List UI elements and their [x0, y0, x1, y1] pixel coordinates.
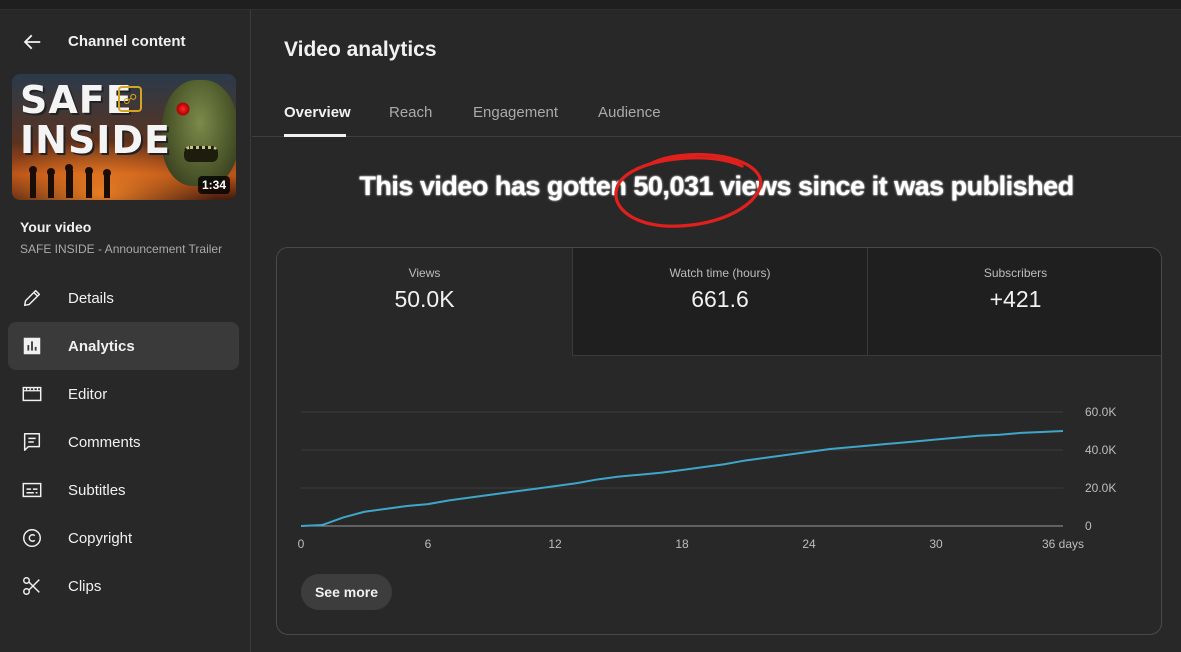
sidebar-item-clips[interactable]: Clips — [8, 562, 239, 610]
sidebar-item-label: Editor — [68, 385, 108, 403]
sidebar-item-label: Comments — [68, 433, 141, 451]
metric-value: 50.0K — [394, 286, 455, 312]
main-content: Video analytics Overview Reach Engagemen… — [252, 10, 1181, 652]
your-video-label: Your video — [20, 219, 92, 235]
lock-icon: ☍ — [118, 86, 142, 112]
subtitles-icon — [20, 478, 44, 502]
back-arrow-icon[interactable] — [18, 28, 46, 56]
sidebar-item-label: Details — [68, 289, 114, 307]
sidebar-item-label: Subtitles — [68, 481, 126, 499]
scissors-icon — [20, 574, 44, 598]
video-name: SAFE INSIDE - Announcement Trailer — [20, 242, 223, 256]
page-title: Video analytics — [284, 38, 437, 61]
sidebar-nav: Details Analytics Editor Comments Subtit… — [8, 274, 239, 610]
metric-value: +421 — [989, 286, 1042, 312]
metric-views[interactable]: Views 50.0K — [277, 248, 572, 356]
metric-label: Subscribers — [983, 266, 1048, 280]
y-tick-label: 40.0K — [1085, 443, 1116, 457]
y-tick-label: 60.0K — [1085, 405, 1116, 419]
sidebar-item-comments[interactable]: Comments — [8, 418, 239, 466]
sidebar-item-analytics[interactable]: Analytics — [8, 322, 239, 370]
sidebar-item-editor[interactable]: Editor — [8, 370, 239, 418]
y-tick-label: 0 — [1085, 519, 1092, 533]
tab-audience[interactable]: Audience — [598, 104, 661, 121]
x-tick-label: 30 — [929, 537, 943, 551]
tab-bar: Overview Reach Engagement Audience — [252, 92, 1181, 137]
video-duration-badge: 1:34 — [197, 176, 230, 194]
x-tick-label: 12 — [548, 537, 562, 551]
copyright-icon — [20, 526, 44, 550]
comment-icon — [20, 430, 44, 454]
x-tick-label: 0 — [298, 537, 305, 551]
metric-watch-time[interactable]: Watch time (hours) 661.6 — [572, 248, 867, 356]
metric-value: 661.6 — [691, 286, 749, 312]
zombie-eye — [176, 102, 190, 116]
metric-label: Watch time (hours) — [669, 266, 771, 280]
sidebar-title: Channel content — [68, 33, 186, 50]
active-tab-indicator — [284, 134, 346, 137]
sidebar-item-label: Clips — [68, 577, 102, 595]
tab-overview[interactable]: Overview — [284, 104, 351, 121]
metric-label: Views — [408, 266, 441, 280]
sidebar-item-label: Copyright — [68, 529, 133, 547]
views-headline: This video has gotten 50,031 views since… — [359, 171, 1074, 201]
x-tick-label: 24 — [802, 537, 816, 551]
sidebar-item-label: Analytics — [68, 337, 135, 355]
video-thumbnail[interactable]: SAFE INSIDE ☍ 1:34 — [12, 74, 236, 200]
film-icon — [20, 382, 44, 406]
see-more-button[interactable]: See more — [301, 574, 392, 610]
tab-reach[interactable]: Reach — [389, 104, 432, 121]
x-tick-label: 36 days — [1042, 537, 1084, 551]
sidebar-header: Channel content — [0, 10, 251, 72]
sidebar-item-details[interactable]: Details — [8, 274, 239, 322]
thumbnail-silhouettes — [29, 164, 111, 198]
sidebar: Channel content SAFE INSIDE ☍ 1:34 Your v… — [0, 10, 251, 652]
chart-svg: 0 20.0K 40.0K 60.0K 0 6 12 18 24 30 36 days — [298, 405, 1117, 551]
views-line-chart: 0 20.0K 40.0K 60.0K 0 6 12 18 24 30 36 days — [277, 378, 1161, 568]
top-bar — [0, 0, 1181, 10]
views-series-line — [300, 429, 1064, 527]
thumbnail-title-text: SAFE INSIDE — [20, 78, 171, 162]
thumbnail-zombie-image — [162, 80, 236, 186]
zombie-mouth — [184, 146, 218, 162]
analytics-icon — [20, 334, 44, 358]
sidebar-item-copyright[interactable]: Copyright — [8, 514, 239, 562]
tab-engagement[interactable]: Engagement — [473, 104, 558, 121]
analytics-card: Views 50.0K Watch time (hours) 661.6 Sub… — [276, 247, 1162, 635]
y-tick-label: 20.0K — [1085, 481, 1116, 495]
sidebar-item-subtitles[interactable]: Subtitles — [8, 466, 239, 514]
x-tick-label: 18 — [675, 537, 689, 551]
metric-subscribers[interactable]: Subscribers +421 — [867, 248, 1161, 356]
pencil-icon — [20, 286, 44, 310]
x-tick-label: 6 — [425, 537, 432, 551]
